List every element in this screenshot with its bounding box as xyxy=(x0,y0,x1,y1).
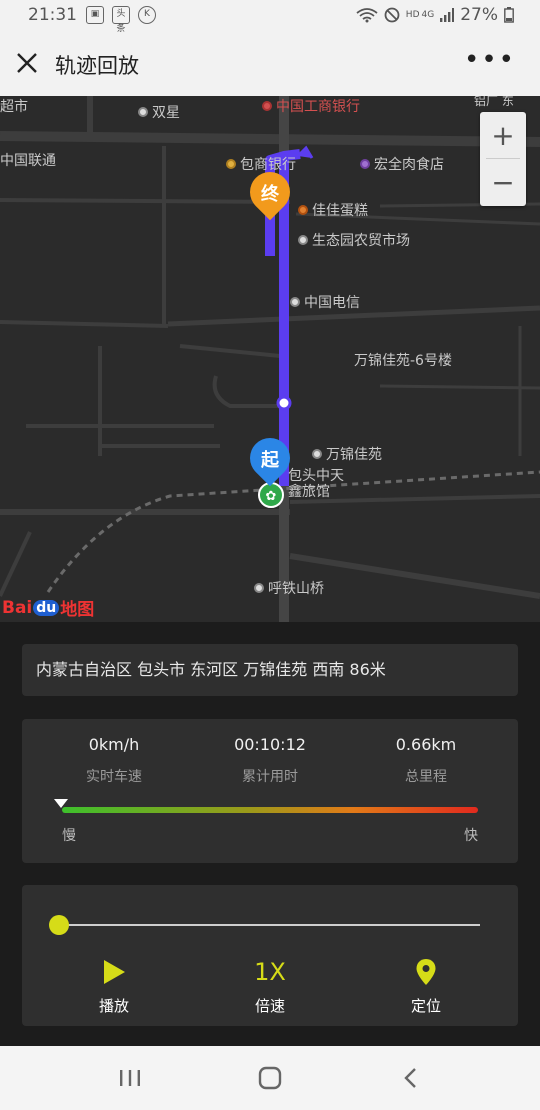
baidu-map-logo: Bai du 地图 xyxy=(2,597,95,621)
stat-time: 00:10:12 累计用时 xyxy=(200,735,340,786)
stat-distance: 0.66km 总里程 xyxy=(356,735,496,786)
zoom-control: + − xyxy=(480,112,526,206)
player-card: 播放 1X 倍速 定位 xyxy=(22,885,518,1026)
home-icon[interactable] xyxy=(250,1064,290,1092)
map-view[interactable]: 超市 双星 中国工商银行 铝厂 东 中国联通 包商银行 宏全肉食店 佳佳蛋糕 生… xyxy=(0,96,540,622)
title-bar: 轨迹回放 ••• xyxy=(0,32,540,97)
stat-distance-value: 0.66km xyxy=(395,735,457,754)
dnd-icon xyxy=(384,7,400,23)
speed-slow-label: 慢 xyxy=(62,828,76,844)
start-marker-label: 起 xyxy=(261,450,279,471)
stats-card: 0km/h 实时车速 00:10:12 累计用时 0.66km 总里程 慢 快 xyxy=(22,719,518,863)
poi-hotel: 包头中天 鑫旅馆 xyxy=(288,468,344,500)
progress-knob[interactable] xyxy=(49,915,69,935)
status-bar: 21:31 ▣ 头条 K HD 4G 27% xyxy=(0,0,540,34)
battery-icon xyxy=(504,7,514,23)
page-title: 轨迹回放 xyxy=(55,54,139,78)
speed-gradient-bar xyxy=(62,807,478,813)
poi-building6: 万锦佳苑-6号楼 xyxy=(354,353,452,369)
stat-speed-label: 实时车速 xyxy=(86,769,142,785)
wifi-icon xyxy=(356,8,378,23)
stat-time-label: 累计用时 xyxy=(242,769,298,785)
play-label: 播放 xyxy=(98,997,129,1015)
toutiao-icon: 头条 xyxy=(112,6,130,34)
zoom-in-button[interactable]: + xyxy=(480,112,526,158)
status-time: 21:31 xyxy=(28,5,77,25)
start-marker[interactable]: 起 xyxy=(241,429,299,487)
end-marker-label: 终 xyxy=(261,184,279,205)
battery-percent: 27% xyxy=(460,5,498,25)
k-icon: K xyxy=(138,6,156,24)
locate-button[interactable]: 定位 xyxy=(376,955,476,1016)
address-box: 内蒙古自治区 包头市 东河区 万锦佳苑 西南 86米 xyxy=(22,644,518,696)
stat-time-value: 00:10:12 xyxy=(234,735,306,754)
stat-speed: 0km/h 实时车速 xyxy=(44,735,184,786)
poi-chaoshi: 超市 xyxy=(0,99,28,115)
locate-label: 定位 xyxy=(410,997,441,1015)
speed-button[interactable]: 1X 倍速 xyxy=(220,955,320,1016)
back-icon[interactable] xyxy=(390,1064,430,1092)
poi-icbc: 中国工商银行 xyxy=(262,96,360,116)
speed-value: 1X xyxy=(254,958,286,986)
recent-apps-icon[interactable] xyxy=(110,1064,150,1092)
network-label: 4G xyxy=(421,10,435,20)
image-icon: ▣ xyxy=(86,6,104,24)
progress-track[interactable] xyxy=(60,924,480,926)
play-button[interactable]: 播放 xyxy=(64,955,164,1016)
poi-cake: 佳佳蛋糕 xyxy=(298,200,368,220)
speed-fast-label: 快 xyxy=(464,828,478,844)
playback-panel: 内蒙古自治区 包头市 东河区 万锦佳苑 西南 86米 0km/h 实时车速 00… xyxy=(0,622,540,1046)
poi-bridge: 呼铁山桥 xyxy=(254,578,324,598)
play-icon xyxy=(104,960,125,984)
location-pin-icon xyxy=(416,959,436,985)
hd-label: HD xyxy=(405,10,420,20)
poi-top-right: 铝厂 东 xyxy=(474,96,514,108)
stat-distance-label: 总里程 xyxy=(405,769,447,785)
signal-icon xyxy=(440,8,455,22)
poi-telecom: 中国电信 xyxy=(290,292,360,312)
more-icon[interactable]: ••• xyxy=(464,47,516,73)
poi-market: 生态园农贸市场 xyxy=(298,230,410,250)
poi-wanjin: 万锦佳苑 xyxy=(312,444,382,464)
poi-bank: 包商银行 xyxy=(226,154,296,174)
status-right: HD 4G 27% xyxy=(356,5,514,25)
close-icon[interactable] xyxy=(14,50,40,76)
zoom-out-button[interactable]: − xyxy=(480,159,526,205)
system-nav-bar xyxy=(0,1046,540,1110)
poi-shuangxing: 双星 xyxy=(138,102,180,122)
end-marker[interactable]: 终 xyxy=(241,163,299,221)
stat-speed-value: 0km/h xyxy=(88,735,140,754)
poi-meat: 宏全肉食店 xyxy=(360,154,444,174)
status-left-icons: ▣ 头条 K xyxy=(86,6,156,34)
poi-unicom: 中国联通 xyxy=(0,153,56,169)
speed-label: 倍速 xyxy=(254,997,285,1015)
